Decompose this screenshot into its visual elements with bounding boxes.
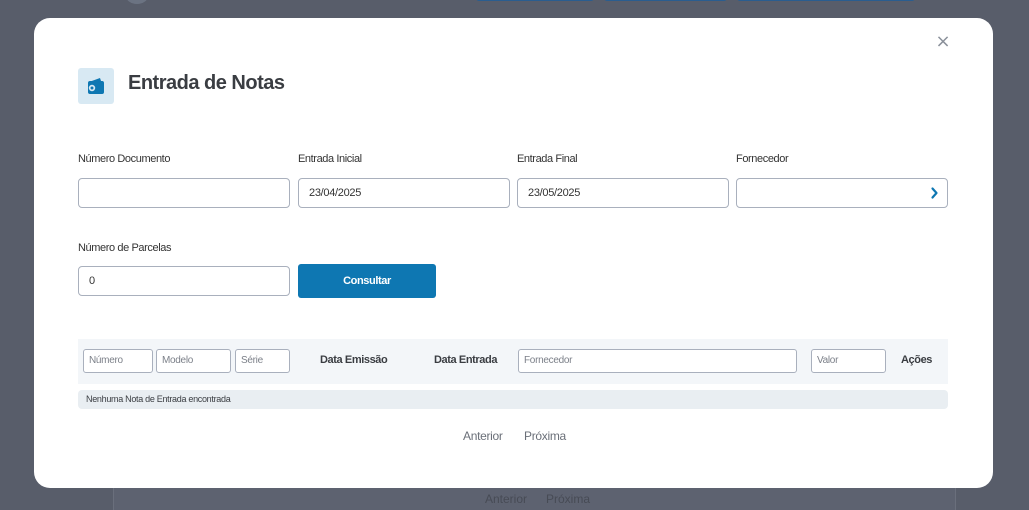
- numero-filter-input[interactable]: Número: [83, 349, 153, 373]
- wallet-icon: [78, 68, 114, 104]
- pagination-next[interactable]: Próxima: [524, 429, 566, 443]
- fornecedor-filter-input[interactable]: Fornecedor: [518, 349, 797, 373]
- background-pager-previous: Anterior: [485, 492, 528, 506]
- numero-parcelas-label: Número de Parcelas: [78, 242, 172, 254]
- numero-documento-label: Número Documento: [78, 153, 171, 165]
- entrada-inicial-label: Entrada Inicial: [298, 153, 362, 165]
- entrada-inicial-input[interactable]: 23/04/2025: [298, 178, 510, 208]
- page-title: Entrada de Notas: [128, 72, 285, 94]
- background-button: [737, 0, 915, 1]
- close-button[interactable]: ×: [935, 33, 951, 51]
- data-entrada-header[interactable]: Data Entrada: [434, 354, 497, 366]
- consultar-button[interactable]: Consultar: [298, 264, 436, 298]
- modelo-filter-input[interactable]: Modelo: [156, 349, 231, 373]
- numero-parcelas-input[interactable]: 0: [78, 266, 290, 296]
- valor-filter-input[interactable]: Valor: [811, 349, 886, 373]
- chevron-right-icon[interactable]: [930, 185, 940, 201]
- fornecedor-select[interactable]: [736, 178, 948, 208]
- background-pager-next: Próxima: [546, 492, 591, 506]
- background-icon: [126, 0, 148, 4]
- background-panel: [113, 488, 956, 510]
- fornecedor-label: Fornecedor: [736, 153, 789, 165]
- background-button: [476, 0, 594, 1]
- entrada-notas-modal: × Entrada de Notas Número Documento Entr…: [34, 18, 993, 488]
- acoes-header: Ações: [901, 354, 933, 366]
- data-emissao-header[interactable]: Data Emissão: [320, 354, 388, 366]
- pagination-previous[interactable]: Anterior: [463, 429, 503, 443]
- entrada-final-input[interactable]: 23/05/2025: [517, 178, 729, 208]
- empty-table-message: Nenhuma Nota de Entrada encontrada: [78, 390, 948, 409]
- numero-documento-input[interactable]: [78, 178, 290, 208]
- table-header: Número Modelo Série Data Emissão Data En…: [78, 339, 948, 384]
- serie-filter-input[interactable]: Série: [235, 349, 290, 373]
- background-button: [604, 0, 727, 1]
- entrada-final-label: Entrada Final: [517, 153, 578, 165]
